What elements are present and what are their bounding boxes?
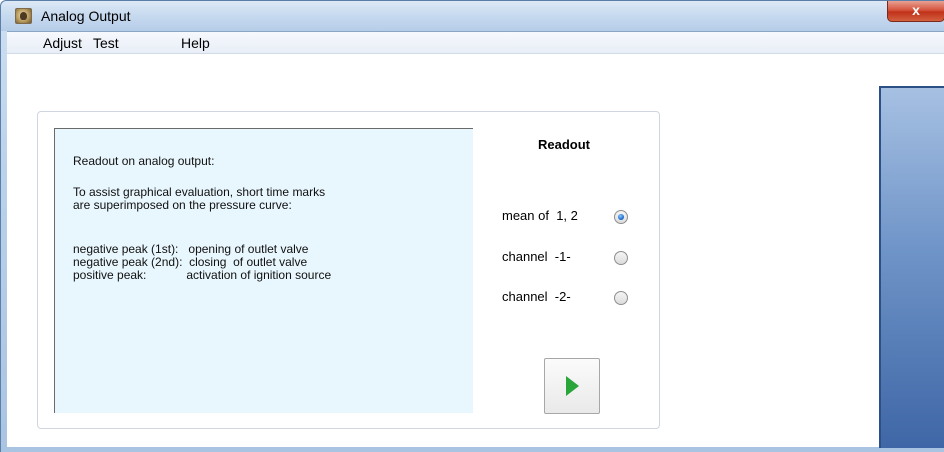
radio-label-mean: mean of 1, 2 xyxy=(502,208,578,223)
menu-test[interactable]: Test xyxy=(91,35,121,51)
play-button[interactable] xyxy=(544,358,600,414)
info-heading: Readout on analog output: xyxy=(73,154,215,168)
radio-label-channel-2: channel -2- xyxy=(502,289,571,304)
menu-adjust[interactable]: Adjust xyxy=(41,35,84,51)
title-bar[interactable]: Analog Output x xyxy=(1,1,944,31)
side-panel xyxy=(879,86,944,448)
radio-label-channel-1: channel -1- xyxy=(502,249,571,264)
menu-help[interactable]: Help xyxy=(179,35,212,51)
radio-channel-2[interactable] xyxy=(614,291,628,305)
readout-title: Readout xyxy=(538,137,590,152)
info-line-2: are superimposed on the pressure curve: xyxy=(73,198,292,212)
radio-channel-1[interactable] xyxy=(614,251,628,265)
app-icon[interactable] xyxy=(15,8,32,24)
analog-output-window: Analog Output x Adjust Test Help Readout… xyxy=(0,0,944,452)
window-title: Analog Output xyxy=(41,8,131,24)
play-icon xyxy=(566,376,579,396)
info-line-5: positive peak: activation of ignition so… xyxy=(73,268,332,282)
close-button[interactable]: x xyxy=(887,1,944,22)
info-box: Readout on analog output: To assist grap… xyxy=(54,128,473,413)
analog-output-group: Readout on analog output: To assist grap… xyxy=(37,111,660,429)
client-area: Adjust Test Help Readout on analog outpu… xyxy=(7,31,944,448)
radio-mean[interactable] xyxy=(614,210,628,224)
menu-bar: Adjust Test Help xyxy=(7,32,944,54)
